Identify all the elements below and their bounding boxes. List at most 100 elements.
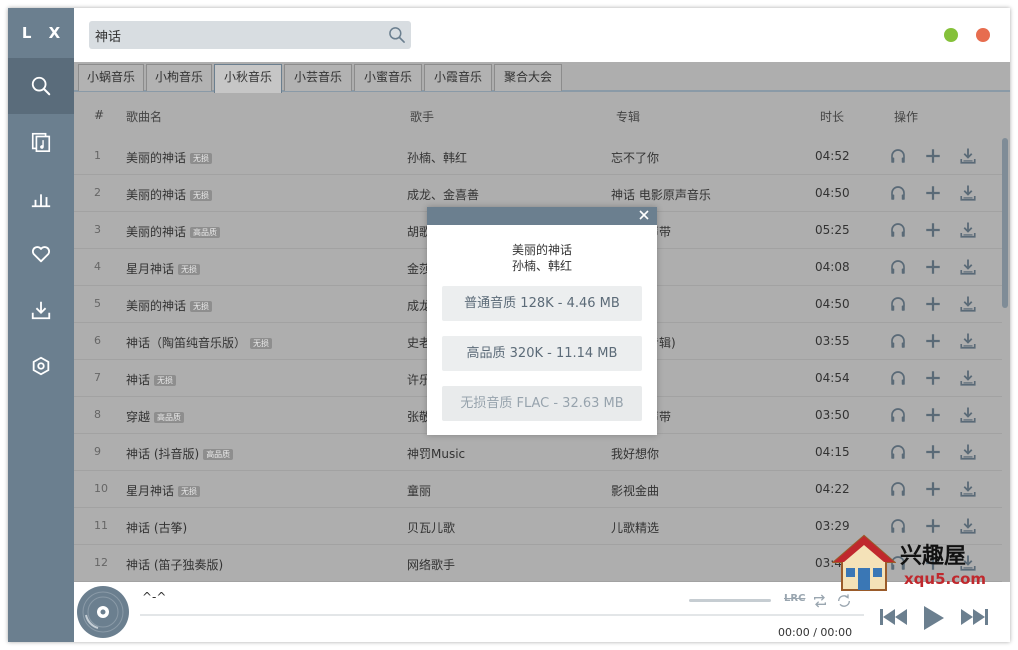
app-logo: L X: [21, 24, 67, 42]
add-to-list-icon[interactable]: [924, 480, 942, 498]
search-icon[interactable]: [387, 25, 407, 45]
add-to-list-icon[interactable]: [924, 332, 942, 350]
download-icon[interactable]: [959, 147, 977, 165]
column-album: 专辑: [616, 110, 641, 124]
quality-flac-button[interactable]: 无损音质 FLAC - 32.63 MB: [442, 386, 642, 421]
row-index: 8: [94, 408, 101, 421]
tab-source-4[interactable]: 小芸音乐: [284, 64, 352, 91]
close-window-button[interactable]: [976, 28, 990, 42]
table-header: # 歌曲名 歌手 专辑 时长 操作: [74, 94, 1010, 138]
progress-bar[interactable]: [140, 614, 864, 616]
download-icon[interactable]: [959, 221, 977, 239]
song-name-cell: 美丽的神话 无损: [126, 186, 213, 203]
download-icon[interactable]: [959, 332, 977, 350]
song-name-cell: 美丽的神话 高品质: [126, 223, 221, 240]
table-row[interactable]: 9 神话 (抖音版) 高品质 神罚Music 我好想你 04:15: [74, 434, 1002, 471]
listen-icon[interactable]: [889, 147, 907, 165]
current-time: 00:00: [778, 626, 810, 639]
sidebar-item-search[interactable]: [8, 58, 74, 114]
lyrics-toggle[interactable]: LRC: [784, 593, 805, 604]
add-to-list-icon[interactable]: [924, 258, 942, 276]
next-track-icon[interactable]: [960, 606, 990, 628]
song-name-cell: 穿越 高品质: [126, 408, 185, 425]
song-name: 星月神话: [126, 484, 175, 498]
play-icon[interactable]: [920, 604, 946, 632]
listen-icon[interactable]: [889, 406, 907, 424]
tab-source-7[interactable]: 聚合大会: [494, 64, 562, 91]
search-input[interactable]: [89, 21, 379, 49]
quality-320k-button[interactable]: 高品质 320K - 11.14 MB: [442, 336, 642, 371]
quality-badge: 无损: [190, 190, 213, 201]
listen-icon[interactable]: [889, 443, 907, 461]
volume-slider[interactable]: [689, 599, 771, 602]
sidebar-item-favorites[interactable]: [8, 226, 74, 282]
sidebar-item-settings[interactable]: [8, 338, 74, 394]
row-index: 1: [94, 149, 101, 162]
row-index: 7: [94, 371, 101, 384]
quality-badge: 高品质: [203, 449, 234, 460]
download-icon[interactable]: [959, 443, 977, 461]
listen-icon[interactable]: [889, 221, 907, 239]
table-row[interactable]: 1 美丽的神话 无损 孙楠、韩红 忘不了你 04:52: [74, 138, 1002, 175]
repeat-icon[interactable]: [812, 593, 828, 609]
download-icon: [31, 301, 51, 320]
scrollbar[interactable]: [1002, 138, 1008, 308]
download-icon[interactable]: [959, 184, 977, 202]
row-index: 12: [94, 556, 108, 569]
quality-badge: 无损: [250, 338, 273, 349]
sidebar-item-songlist[interactable]: [8, 114, 74, 170]
listen-icon[interactable]: [889, 332, 907, 350]
quality-badge: 无损: [154, 375, 177, 386]
now-playing-title: ^-^: [142, 590, 167, 604]
download-icon[interactable]: [959, 406, 977, 424]
song-name-cell: 美丽的神话 无损: [126, 149, 213, 166]
close-icon[interactable]: [637, 208, 651, 222]
time-separator: /: [813, 626, 817, 639]
quality-badge: 无损: [190, 301, 213, 312]
download-icon[interactable]: [959, 369, 977, 387]
song-duration: 04:50: [815, 186, 850, 200]
row-index: 9: [94, 445, 101, 458]
album-disc-icon[interactable]: [76, 585, 130, 639]
download-icon[interactable]: [959, 295, 977, 313]
tab-source-6[interactable]: 小霞音乐: [424, 64, 492, 91]
song-name: 神话 (笛子独奏版): [126, 558, 224, 572]
song-album: 影视金曲: [611, 484, 660, 498]
quality-128k-button[interactable]: 普通音质 128K - 4.46 MB: [442, 286, 642, 321]
download-icon[interactable]: [959, 258, 977, 276]
add-to-list-icon[interactable]: [924, 443, 942, 461]
table-row[interactable]: 10 星月神话 无损 童丽 影视金曲 04:22: [74, 471, 1002, 508]
add-to-list-icon[interactable]: [924, 369, 942, 387]
house-logo-icon: [832, 534, 896, 591]
listen-icon[interactable]: [889, 295, 907, 313]
song-duration: 03:50: [815, 408, 850, 422]
listen-icon[interactable]: [889, 369, 907, 387]
row-index: 3: [94, 223, 101, 236]
tab-source-3[interactable]: 小秋音乐: [214, 64, 282, 93]
minimize-button[interactable]: [944, 28, 958, 42]
song-artist: 童丽: [407, 484, 432, 498]
dialog-song-title: 美丽的神话: [511, 243, 572, 257]
song-name-cell: 神话 无损: [126, 371, 177, 388]
listen-icon[interactable]: [889, 258, 907, 276]
song-duration: 03:29: [815, 519, 850, 533]
tab-source-5[interactable]: 小蜜音乐: [354, 64, 422, 91]
sidebar-item-download[interactable]: [8, 282, 74, 338]
quality-download-dialog: 美丽的神话 孙楠、韩红 普通音质 128K - 4.46 MB 高品质 320K…: [427, 207, 657, 435]
listen-icon[interactable]: [889, 480, 907, 498]
settings-icon: [32, 356, 50, 376]
tab-source-2[interactable]: 小枸音乐: [146, 64, 212, 91]
previous-track-icon[interactable]: [878, 606, 908, 628]
add-to-list-icon[interactable]: [924, 406, 942, 424]
add-to-list-icon[interactable]: [924, 184, 942, 202]
sidebar-item-leaderboard[interactable]: [8, 170, 74, 226]
add-to-list-icon[interactable]: [924, 147, 942, 165]
music-list-icon: [31, 132, 51, 152]
column-actions: 操作: [894, 110, 919, 124]
column-index: #: [94, 108, 105, 122]
download-icon[interactable]: [959, 480, 977, 498]
listen-icon[interactable]: [889, 184, 907, 202]
add-to-list-icon[interactable]: [924, 295, 942, 313]
add-to-list-icon[interactable]: [924, 221, 942, 239]
tab-source-1[interactable]: 小蜗音乐: [78, 64, 144, 91]
